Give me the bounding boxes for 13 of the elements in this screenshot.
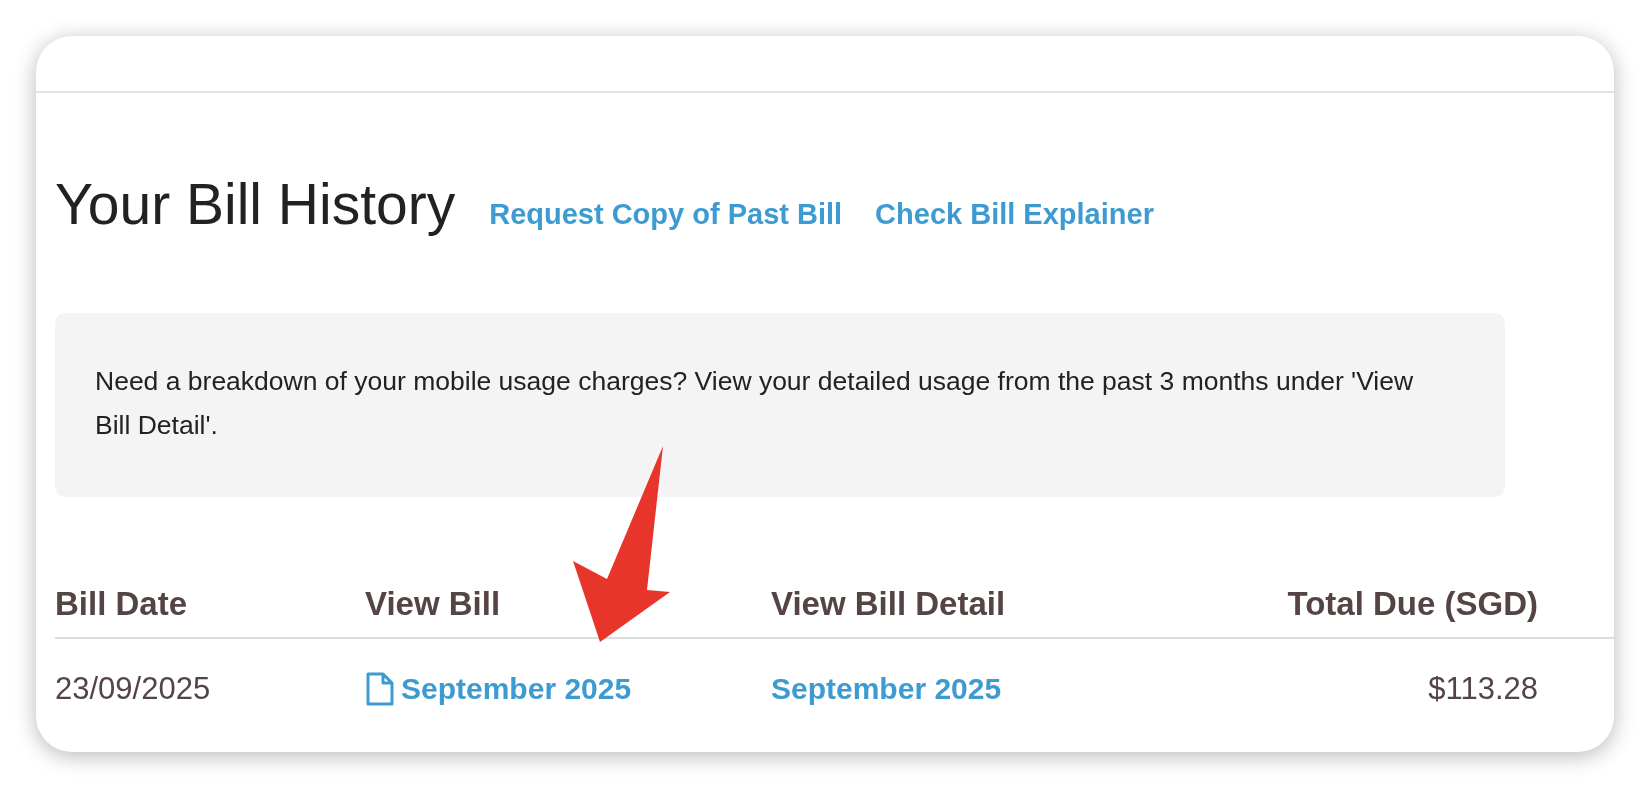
header-link[interactable]: Check Bill Explainer [875,198,1154,231]
header-link[interactable]: Request Copy of Past Bill [489,198,843,231]
total-due: $113.28 [1428,671,1538,707]
column-header: View Bill [365,585,501,622]
info-notice: Need a breakdown of your mobile usage charges? View your detailed usage from the past 3 months under 'View Bill Detail'. [55,313,1505,497]
column-header: Total Due (SGD) [1287,585,1538,623]
page-title: Your Bill History [55,171,456,237]
bill-detail-link[interactable]: September 2025 [771,672,1002,706]
view-bill-link[interactable]: September 2025 [365,671,632,707]
column-header: Bill Date [55,585,188,622]
document-icon [365,671,395,707]
bill-date: 23/09/2025 [55,671,211,707]
column-header: View Bill Detail [771,585,1006,622]
